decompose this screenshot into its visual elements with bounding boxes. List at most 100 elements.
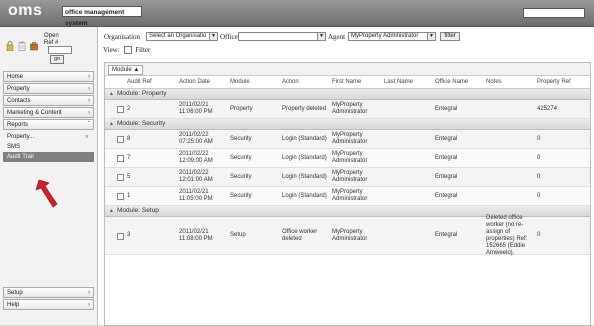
- cell-office-name-line: Entegral: [435, 192, 458, 199]
- nav-reports[interactable]: Reports ˇ: [3, 119, 94, 130]
- cell-audit-ref: 1: [127, 193, 130, 200]
- nav-marketing[interactable]: Marketing & Content ›: [3, 107, 94, 118]
- cell-action-line: Login (Standard): [282, 154, 327, 161]
- cell-audit-ref: 3: [127, 232, 130, 239]
- table-row[interactable]: 1 2011/02/21 11:05:00 PM Security Login (Sta…: [105, 187, 590, 206]
- nav-contacts-label: Contacts: [7, 98, 31, 104]
- chevron-down-icon: ˇ: [88, 122, 90, 128]
- go-button[interactable]: go: [50, 55, 64, 64]
- row-checkbox[interactable]: [117, 174, 124, 181]
- cell-property-ref-line: 0: [537, 192, 541, 199]
- header-search-input[interactable]: [523, 8, 585, 18]
- subnav-audit-trail[interactable]: Audit Trail: [3, 152, 94, 162]
- cell-module-line: Setup: [230, 232, 246, 238]
- nav-help-label: Help: [7, 302, 20, 308]
- cell-audit-ref-line: 2: [127, 105, 131, 112]
- collapse-icon[interactable]: ▲: [109, 121, 114, 127]
- filter-checkbox[interactable]: [124, 46, 133, 55]
- table-row[interactable]: 7 2011/02/22 12:09:00 AM Security Login (Sta…: [105, 149, 590, 168]
- subnav-sms[interactable]: SMS: [3, 142, 94, 152]
- cell-action-date: 2011/02/21 11:06:00 PM: [179, 102, 213, 116]
- agent-select[interactable]: MyProperty Administrator ▼: [348, 32, 436, 41]
- subnav-property-reports[interactable]: Property... v: [3, 132, 94, 142]
- table-row[interactable]: 3 2011/02/21 11:08:00 PM Setup Office worker…: [105, 215, 590, 256]
- cell-property-ref-line: 425274: [537, 105, 558, 112]
- row-checkbox[interactable]: [117, 155, 124, 162]
- table-header: Audit Ref Action Date Module Action Firs…: [105, 76, 590, 89]
- col-first-name[interactable]: First Name: [332, 76, 361, 88]
- group-title: Module: Security: [116, 120, 166, 127]
- cell-first-name-line: MyProperty: [332, 151, 363, 157]
- cell-action-line: Login (Standard): [282, 135, 327, 142]
- chevron-right-icon: ›: [88, 110, 90, 116]
- nav-home-label: Home: [7, 74, 24, 80]
- cell-first-name-line: Administrator: [332, 139, 368, 145]
- office-select[interactable]: ▼: [238, 32, 326, 41]
- col-property-ref[interactable]: Property Ref: [537, 76, 571, 88]
- chevron-right-icon: ›: [88, 86, 90, 92]
- cell-module-line: Security: [230, 192, 252, 199]
- nav-help[interactable]: Help ›: [3, 299, 94, 310]
- col-audit-ref[interactable]: Audit Ref: [127, 76, 152, 88]
- cell-action-date: 2011/02/22 12:01:00 AM: [179, 170, 213, 184]
- lock-icon[interactable]: [6, 41, 14, 51]
- open-ref-label: Open Ref #: [44, 33, 59, 47]
- table-row[interactable]: 8 2011/02/22 07:25:00 AM Security Login (Sta…: [105, 130, 590, 149]
- cell-property-ref-line: 0: [537, 173, 541, 180]
- col-notes[interactable]: Notes: [486, 76, 502, 88]
- chevron-right-icon: ›: [88, 98, 90, 104]
- open-ref-input[interactable]: [48, 46, 72, 54]
- group-header[interactable]: ▲ Module: Property: [105, 89, 590, 100]
- open-ref-label-line1: Open: [44, 33, 59, 39]
- row-checkbox[interactable]: [117, 193, 124, 200]
- col-action-date[interactable]: Action Date: [179, 76, 210, 88]
- col-office-name[interactable]: Office Name: [435, 76, 468, 88]
- filter-button[interactable]: filter: [440, 32, 460, 41]
- nav-reports-label: Reports: [7, 122, 29, 128]
- chevron-down-icon: v: [85, 134, 89, 140]
- col-last-name[interactable]: Last Name: [384, 76, 413, 88]
- cell-audit-ref: 5: [127, 174, 130, 181]
- group-header[interactable]: ▲ Module: Security: [105, 119, 590, 130]
- briefcase-icon[interactable]: [30, 41, 38, 51]
- row-checkbox[interactable]: [117, 106, 124, 113]
- cell-action-date-line: 2011/02/22: [179, 132, 209, 138]
- cell-first-name-line: MyProperty: [332, 170, 363, 176]
- cell-property-ref: 0: [537, 155, 540, 162]
- table-row[interactable]: 5 2011/02/22 12:01:00 AM Security Login (Sta…: [105, 168, 590, 187]
- cell-notes-line: Amweelo),: [486, 249, 515, 256]
- cell-first-name: MyProperty Administrator: [332, 132, 367, 146]
- clipboard-icon[interactable]: [18, 41, 26, 51]
- cell-action-date-line: 12:09:00 AM: [179, 158, 213, 164]
- nav-property[interactable]: Property ›: [3, 83, 94, 94]
- table-row[interactable]: 2 2011/02/21 11:06:00 PM Property Property d…: [105, 100, 590, 119]
- nav-home[interactable]: Home ›: [3, 71, 94, 82]
- cell-action-date-line: 2011/02/21: [179, 189, 209, 195]
- row-checkbox[interactable]: [117, 136, 124, 143]
- group-by-module-chip[interactable]: Module ▲: [108, 65, 144, 75]
- subnav-property-label: Property...: [7, 134, 35, 140]
- view-row: View: Filter: [103, 46, 150, 55]
- cell-office-name-line: Entegral: [435, 154, 458, 161]
- row-checkbox[interactable]: [117, 232, 124, 240]
- cell-first-name: MyProperty Administrator: [332, 151, 367, 165]
- cell-action: Login (Standard): [282, 136, 327, 143]
- cell-action-line: deleted: [282, 235, 302, 242]
- group-rows: 2 2011/02/21 11:06:00 PM Property Property d…: [105, 100, 590, 119]
- col-module[interactable]: Module: [230, 76, 250, 88]
- cell-audit-ref: 8: [127, 136, 130, 143]
- cell-property-ref-line: 0: [537, 154, 541, 161]
- collapse-icon[interactable]: ▲: [109, 91, 114, 97]
- organisation-select[interactable]: Select an Organisatio ▼: [146, 32, 218, 41]
- cell-property-ref: 0: [537, 174, 540, 181]
- nav-contacts[interactable]: Contacts ›: [3, 95, 94, 106]
- col-action[interactable]: Action: [282, 76, 299, 88]
- collapse-icon[interactable]: ▲: [109, 208, 114, 214]
- agent-label: Agent: [328, 33, 346, 41]
- chevron-down-icon: ▼: [209, 33, 217, 40]
- nav-setup[interactable]: Setup ›: [3, 287, 94, 298]
- cell-property-ref: 425274: [537, 106, 557, 113]
- cell-action-date: 2011/02/21 11:05:00 PM: [179, 189, 213, 203]
- cell-audit-ref: 2: [127, 106, 130, 113]
- cell-module: Security: [230, 155, 252, 162]
